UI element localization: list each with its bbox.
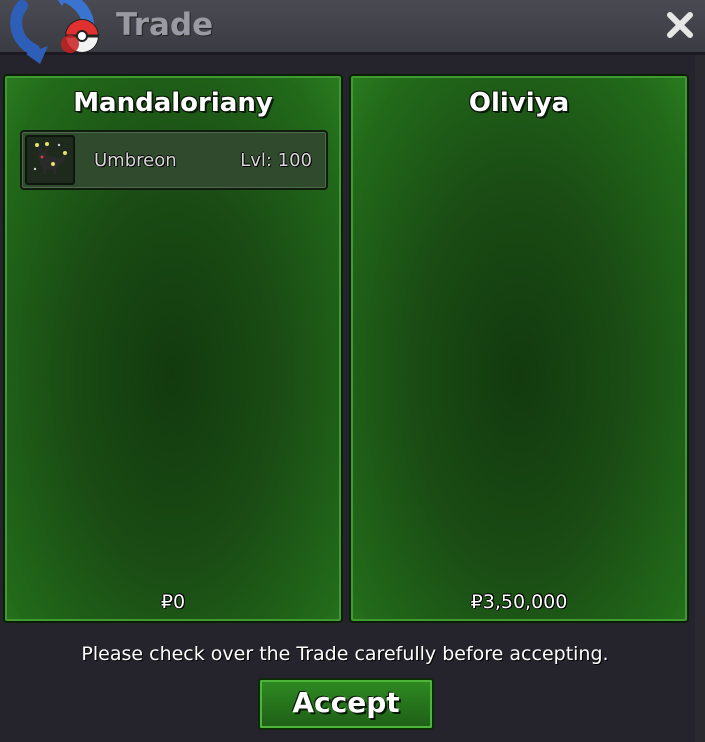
player-name-left: Mandaloriany (73, 88, 273, 118)
trade-notice: Please check over the Trade carefully be… (81, 643, 609, 665)
money-offer-left: ₽0 (160, 591, 186, 613)
offer-panel-left: Mandaloriany Umbreon Lvl: 100 ₽0 (3, 74, 343, 623)
trade-logo-icon (4, 0, 104, 66)
pokemon-name: Umbreon (94, 150, 177, 171)
close-button[interactable] (663, 8, 697, 42)
trade-window: Trade Mandaloriany Umbreon Lvl: 100 ₽0 O… (0, 0, 705, 742)
player-name-right: Oliviya (468, 88, 570, 118)
pokemon-slot-umbreon[interactable]: Umbreon Lvl: 100 (20, 130, 328, 190)
accept-button[interactable]: Accept (258, 678, 434, 730)
offer-panel-right: Oliviya ₽3,50,000 (349, 74, 689, 623)
window-edge (695, 55, 705, 742)
window-title: Trade (116, 7, 214, 43)
money-offer-right: ₽3,50,000 (470, 591, 568, 613)
title-bar[interactable]: Trade (0, 0, 705, 64)
pokemon-level: Lvl: 100 (240, 150, 312, 171)
umbreon-sprite-icon (25, 135, 75, 185)
close-icon (667, 12, 693, 38)
